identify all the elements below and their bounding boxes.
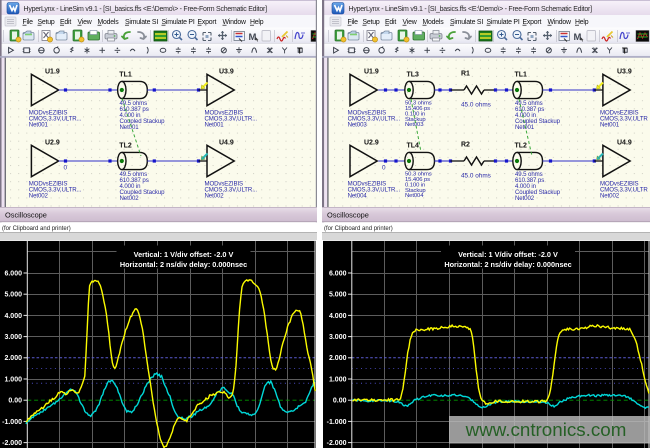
svg-text:T: T xyxy=(622,46,628,56)
svg-text:Horizontal: 2 ns/div delay: 0: Horizontal: 2 ns/div delay: 0.000nsec xyxy=(444,260,571,269)
svg-text:Net004: Net004 xyxy=(405,193,424,199)
svg-text:45.0 ohms: 45.0 ohms xyxy=(461,102,491,109)
svg-text:U4.9: U4.9 xyxy=(617,140,632,147)
svg-text:Net002: Net002 xyxy=(600,193,620,200)
svg-text:1.000: 1.000 xyxy=(329,376,347,383)
svg-text:U1.9: U1.9 xyxy=(364,69,379,76)
svg-text:R2: R2 xyxy=(461,142,470,149)
svg-text:0: 0 xyxy=(64,165,68,172)
svg-text:4.000: 4.000 xyxy=(329,313,347,320)
svg-text:2.000: 2.000 xyxy=(4,355,22,362)
svg-text:0: 0 xyxy=(382,165,386,172)
svg-text:Vertical: 1 V/div offset: -2: Vertical: 1 V/div offset: -2.0 V xyxy=(134,250,234,259)
svg-text:6.000: 6.000 xyxy=(4,270,22,277)
svg-text:Oscilloscope: Oscilloscope xyxy=(327,210,369,219)
svg-text:Net001: Net001 xyxy=(515,124,535,131)
svg-text:Net002: Net002 xyxy=(120,195,140,202)
svg-text:45.0 ohms: 45.0 ohms xyxy=(461,173,491,180)
svg-text:Oscilloscope: Oscilloscope xyxy=(5,210,47,219)
svg-text:HyperLynx - LineSim v9.1 - [SI: HyperLynx - LineSim v9.1 - [SI_basics.ff… xyxy=(24,6,268,13)
svg-text:U3.9: U3.9 xyxy=(219,69,234,76)
svg-text:M: M xyxy=(249,32,257,43)
svg-text:Net003: Net003 xyxy=(348,122,368,129)
svg-text:Vertical: 1 V/div offset: -2: Vertical: 1 V/div offset: -2.0 V xyxy=(458,250,558,259)
svg-text:U1.9: U1.9 xyxy=(45,69,60,76)
svg-text:Simulate PI: Simulate PI xyxy=(487,19,520,26)
svg-text:Simulate SI: Simulate SI xyxy=(450,19,483,26)
svg-text:3.000: 3.000 xyxy=(4,334,22,341)
svg-text:Net002: Net002 xyxy=(205,193,225,200)
svg-text:0.00: 0.00 xyxy=(333,398,347,405)
svg-text:U2.9: U2.9 xyxy=(364,140,379,147)
svg-text:M: M xyxy=(574,32,582,43)
svg-text:TL3: TL3 xyxy=(407,72,420,79)
svg-text:TL2: TL2 xyxy=(515,143,528,150)
svg-text:5.000: 5.000 xyxy=(4,292,22,299)
svg-text:Simulate PI: Simulate PI xyxy=(162,19,195,26)
svg-text:Net001: Net001 xyxy=(29,122,49,129)
svg-text:U3.9: U3.9 xyxy=(617,69,632,76)
svg-text:1.000: 1.000 xyxy=(4,376,22,383)
svg-text:TL1: TL1 xyxy=(515,72,528,79)
svg-text:2.000: 2.000 xyxy=(329,355,347,362)
svg-text:R1: R1 xyxy=(461,71,470,78)
svg-text:TL1: TL1 xyxy=(119,72,132,79)
svg-text:-2.000: -2.000 xyxy=(327,440,347,447)
svg-text:-2.000: -2.000 xyxy=(2,440,22,447)
svg-text:5.000: 5.000 xyxy=(329,292,347,299)
svg-text:TL4: TL4 xyxy=(407,143,420,150)
svg-text:Simulate SI: Simulate SI xyxy=(125,19,158,26)
svg-text:6.000: 6.000 xyxy=(329,270,347,277)
svg-text:T: T xyxy=(297,46,303,56)
svg-text:U2.9: U2.9 xyxy=(45,140,60,147)
svg-text:0.00: 0.00 xyxy=(8,398,22,405)
svg-text:-1.000: -1.000 xyxy=(327,419,347,426)
svg-text:Net003: Net003 xyxy=(405,122,424,128)
svg-text:Net001: Net001 xyxy=(205,122,225,129)
svg-text:Horizontal: 2 ns/div delay: 0: Horizontal: 2 ns/div delay: 0.000nsec xyxy=(120,260,247,269)
svg-text:www.cntronics.com: www.cntronics.com xyxy=(465,419,627,440)
svg-text:Net004: Net004 xyxy=(348,193,368,200)
svg-text:(for Clipboard and printer): (for Clipboard and printer) xyxy=(2,226,71,232)
svg-text:U4.9: U4.9 xyxy=(219,140,234,147)
svg-text:4.000: 4.000 xyxy=(4,313,22,320)
svg-text:Net001: Net001 xyxy=(600,122,620,129)
svg-text:Net002: Net002 xyxy=(29,193,49,200)
svg-text:TL2: TL2 xyxy=(119,143,132,150)
svg-text:Net002: Net002 xyxy=(515,195,535,202)
svg-text:HyperLynx - LineSim v9.1 - [SI: HyperLynx - LineSim v9.1 - [SI_basics.ff… xyxy=(349,6,593,13)
svg-text:3.000: 3.000 xyxy=(329,334,347,341)
svg-text:-1.000: -1.000 xyxy=(2,419,22,426)
svg-text:(for Clipboard and printer): (for Clipboard and printer) xyxy=(324,226,393,232)
svg-text:Net001: Net001 xyxy=(120,124,140,131)
